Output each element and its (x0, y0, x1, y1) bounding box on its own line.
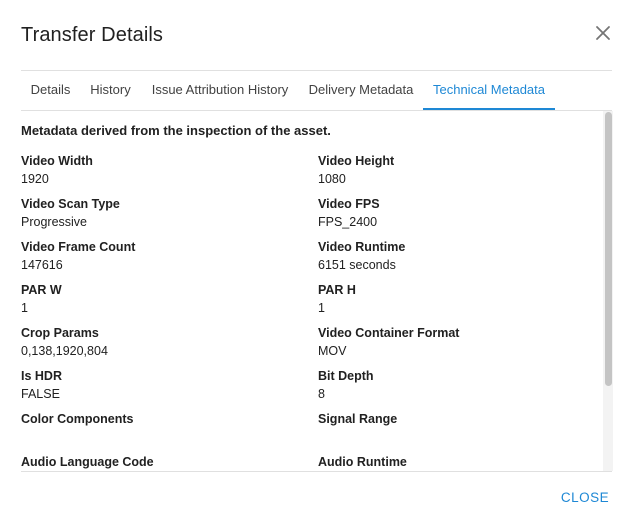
field-label: Color Components (21, 412, 134, 426)
field-bit-depth: Bit Depth 8 (318, 367, 578, 403)
field-label: Crop Params (21, 326, 99, 340)
field-crop-params: Crop Params 0,138,1920,804 (21, 324, 281, 360)
tab-issue-attribution-history[interactable]: Issue Attribution History (141, 71, 299, 110)
field-video-scan-type: Video Scan Type Progressive (21, 195, 281, 231)
field-label: PAR H (318, 283, 356, 297)
field-value: 1 (318, 301, 325, 315)
field-video-frame-count: Video Frame Count 147616 (21, 238, 281, 274)
field-is-hdr: Is HDR FALSE (21, 367, 281, 403)
field-video-fps: Video FPS FPS_2400 (318, 195, 578, 231)
field-color-components: Color Components (21, 410, 281, 428)
scrollbar-thumb[interactable] (605, 112, 612, 386)
field-label: Video Width (21, 154, 93, 168)
dialog-title: Transfer Details (21, 24, 164, 46)
metadata-intro: Metadata derived from the inspection of … (21, 123, 331, 138)
tab-history[interactable]: History (80, 71, 141, 110)
field-value: 0,138,1920,804 (21, 344, 108, 358)
field-label: Video Height (318, 154, 395, 168)
field-label: Video Container Format (318, 326, 460, 340)
field-value: 8 (318, 387, 325, 401)
tab-bar: Details History Issue Attribution Histor… (21, 71, 612, 111)
field-signal-range: Signal Range (318, 410, 578, 428)
field-value: 1920 (21, 172, 49, 186)
field-value: MOV (318, 344, 347, 358)
field-label: Video Runtime (318, 240, 406, 254)
field-value: 147616 (21, 258, 63, 272)
technical-metadata-panel: Metadata derived from the inspection of … (21, 111, 602, 471)
tab-delivery-metadata[interactable]: Delivery Metadata (299, 71, 423, 110)
field-video-width: Video Width 1920 (21, 152, 281, 188)
field-label: Video Scan Type (21, 197, 120, 211)
field-label: Signal Range (318, 412, 398, 426)
field-value: 1080 (318, 172, 346, 186)
close-icon[interactable] (593, 23, 613, 43)
field-value: 6151 seconds (318, 258, 396, 272)
field-par-h: PAR H 1 (318, 281, 578, 317)
field-label: Is HDR (21, 369, 62, 383)
field-value: FPS_2400 (318, 215, 378, 229)
field-value: FALSE (21, 387, 60, 401)
transfer-details-dialog: Transfer Details Details History Issue A… (0, 0, 635, 522)
field-par-w: PAR W 1 (21, 281, 281, 317)
field-label: Video FPS (318, 197, 380, 211)
field-audio-language-code: Audio Language Code (21, 453, 281, 471)
field-value: 1 (21, 301, 28, 315)
field-video-runtime: Video Runtime 6151 seconds (318, 238, 578, 274)
field-label: Audio Runtime (318, 455, 407, 469)
field-audio-runtime: Audio Runtime (318, 453, 578, 471)
field-video-height: Video Height 1080 (318, 152, 578, 188)
field-label: Audio Language Code (21, 455, 154, 469)
tab-details[interactable]: Details (21, 71, 80, 110)
field-value: Progressive (21, 215, 87, 229)
field-video-container-format: Video Container Format MOV (318, 324, 578, 360)
field-label: Bit Depth (318, 369, 374, 383)
field-label: Video Frame Count (21, 240, 136, 254)
field-label: PAR W (21, 283, 62, 297)
close-button[interactable]: CLOSE (555, 485, 615, 511)
footer-divider (21, 471, 612, 472)
tab-technical-metadata[interactable]: Technical Metadata (423, 71, 555, 110)
